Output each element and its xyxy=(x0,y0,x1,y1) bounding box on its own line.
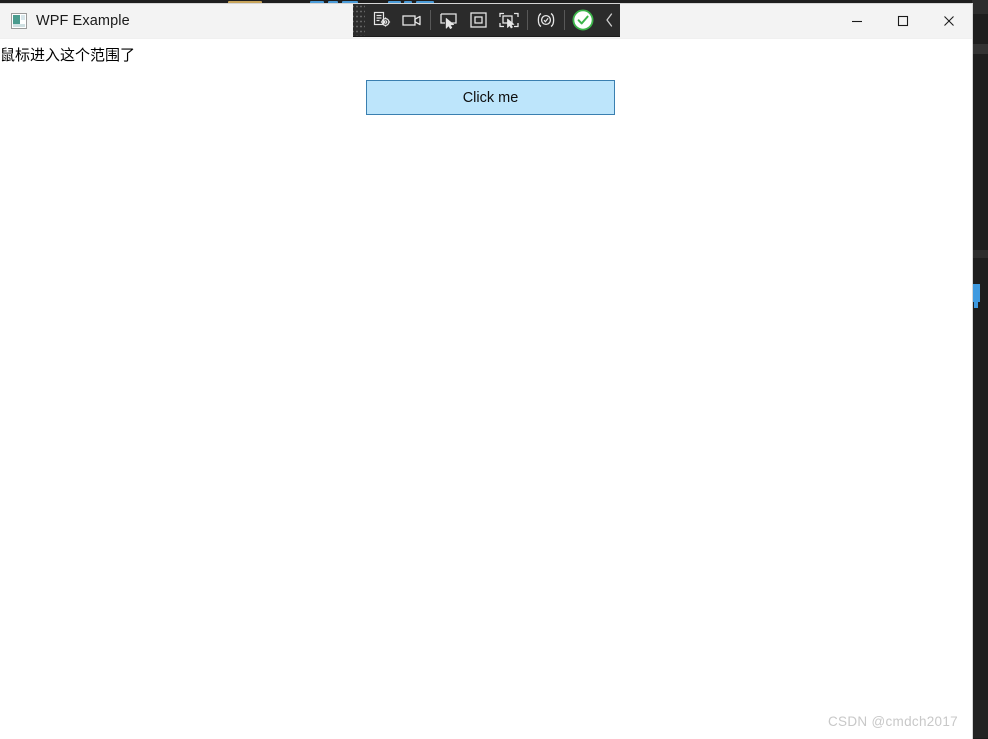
select-window-icon[interactable] xyxy=(494,4,524,36)
collapse-chevron-left-icon[interactable] xyxy=(598,4,620,36)
strip-segment xyxy=(972,250,988,258)
window-title: WPF Example xyxy=(36,13,130,29)
select-region-icon[interactable] xyxy=(464,4,494,36)
ide-right-strip xyxy=(972,0,988,738)
separator-2 xyxy=(527,10,528,30)
select-element-icon[interactable] xyxy=(434,4,464,36)
client-area: 鼠标进入这个范围了 Click me CSDN @cmdch2017 xyxy=(0,39,972,739)
capture-toolbar[interactable] xyxy=(353,4,620,37)
status-text-label: 鼠标进入这个范围了 xyxy=(0,46,136,64)
separator-3 xyxy=(564,10,565,30)
separator-1 xyxy=(430,10,431,30)
maximize-button[interactable] xyxy=(880,4,926,38)
strip-highlight xyxy=(974,302,978,308)
strip-segment xyxy=(972,44,988,54)
drag-grip[interactable] xyxy=(353,4,365,36)
validate-brackets-icon[interactable] xyxy=(531,4,561,36)
click-me-button[interactable]: Click me xyxy=(366,80,615,115)
watermark-label: CSDN @cmdch2017 xyxy=(827,714,958,729)
minimize-button[interactable] xyxy=(834,4,880,38)
close-button[interactable] xyxy=(926,4,972,38)
app-window: WPF Example 鼠标进入这个范围了 Click me CSDN @cmd… xyxy=(0,4,972,739)
confirm-check-icon[interactable] xyxy=(568,4,598,36)
strip-segment xyxy=(972,0,988,14)
caption-buttons xyxy=(834,4,972,38)
wpf-app-icon xyxy=(11,13,27,29)
record-video-icon[interactable] xyxy=(397,4,427,36)
title-bar[interactable]: WPF Example xyxy=(0,4,972,39)
screenshot-settings-icon[interactable] xyxy=(367,4,397,36)
strip-highlight xyxy=(972,284,980,302)
strip-segment xyxy=(972,700,988,738)
